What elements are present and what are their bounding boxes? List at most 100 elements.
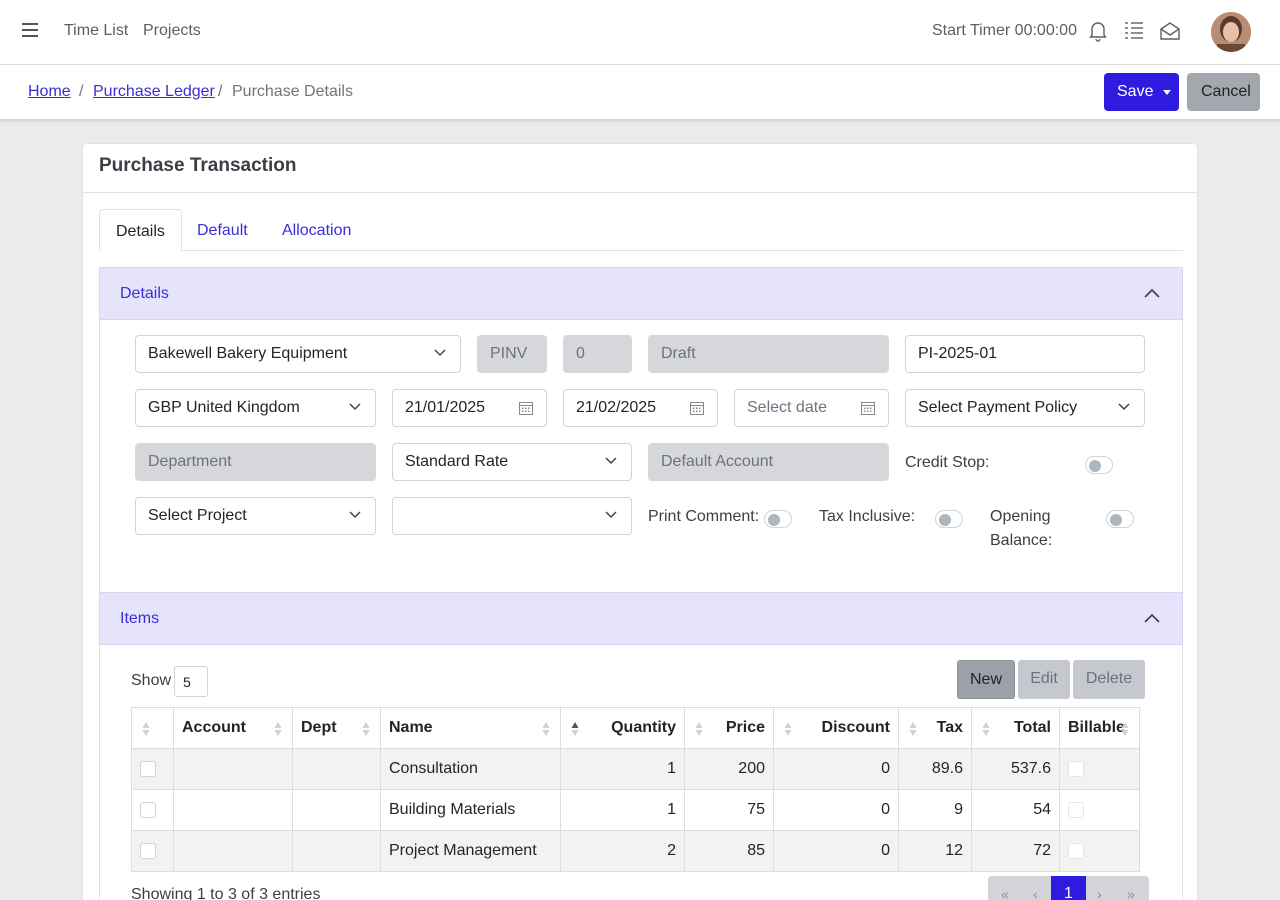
pager-next[interactable]: ›	[1097, 886, 1102, 900]
list-icon[interactable]	[1123, 20, 1145, 42]
column-header-account[interactable]: Account	[173, 707, 293, 749]
nav-time-list[interactable]: Time List	[64, 22, 128, 40]
billable-checkbox[interactable]	[1068, 801, 1084, 818]
column-header-dept[interactable]: Dept	[292, 707, 381, 749]
quantity-cell: 1	[560, 789, 685, 831]
table-info: Showing 1 to 3 of 3 entries	[131, 886, 321, 900]
caret-down-icon	[1163, 90, 1171, 95]
credit-stop-toggle[interactable]	[1085, 456, 1113, 474]
column-header-name[interactable]: Name	[380, 707, 561, 749]
billable-checkbox[interactable]	[1068, 760, 1084, 777]
toggle-knob	[939, 514, 951, 526]
column-header-tax[interactable]: Tax	[898, 707, 972, 749]
sort-icon[interactable]	[142, 721, 150, 737]
billable-cell	[1059, 748, 1140, 790]
project-value: Select Project	[148, 507, 247, 524]
date-input[interactable]: 21/01/2025	[392, 389, 547, 427]
pager-current-page[interactable]: 1	[1051, 876, 1086, 900]
edit-item-button[interactable]: Edit	[1018, 660, 1070, 699]
column-header-price[interactable]: Price	[684, 707, 774, 749]
calendar-icon[interactable]	[689, 400, 705, 416]
start-timer-button[interactable]: Start Timer 00:00:00	[932, 22, 1077, 40]
tab-details[interactable]: Details	[99, 209, 182, 251]
row-checkbox[interactable]	[140, 801, 156, 818]
details-panel-header[interactable]: Details	[99, 267, 1183, 320]
new-item-button[interactable]: New	[957, 660, 1015, 699]
empty-select[interactable]	[392, 497, 632, 535]
mail-icon[interactable]	[1159, 20, 1181, 42]
table-row[interactable]: Consultation 1 200 0 89.6 537.6	[131, 748, 1140, 790]
row-checkbox[interactable]	[140, 760, 156, 777]
payment-policy-select[interactable]: Select Payment Policy	[905, 389, 1145, 427]
chevron-up-icon[interactable]	[1143, 611, 1161, 625]
sort-icon[interactable]	[695, 721, 703, 737]
toggle-knob	[768, 514, 780, 526]
column-header-billable[interactable]: Billable	[1059, 707, 1140, 749]
row-select-cell	[131, 789, 174, 831]
sort-icon[interactable]	[542, 721, 550, 737]
table-header-row: Account Dept Name Quantity Price Discoun…	[131, 707, 1140, 749]
calendar-icon[interactable]	[518, 400, 534, 416]
tab-default[interactable]: Default	[181, 209, 264, 251]
sort-ascending-icon[interactable]	[571, 721, 579, 737]
calendar-icon[interactable]	[860, 400, 876, 416]
chevron-up-icon[interactable]	[1143, 286, 1161, 300]
pager-last[interactable]: »	[1127, 886, 1135, 900]
sort-icon[interactable]	[909, 721, 917, 737]
table-row[interactable]: Project Management 2 85 0 12 72	[131, 830, 1140, 872]
cancel-button[interactable]: Cancel	[1187, 73, 1260, 111]
column-header-total[interactable]: Total	[971, 707, 1060, 749]
bell-icon[interactable]	[1088, 20, 1110, 42]
due-date-input[interactable]: 21/02/2025	[563, 389, 718, 427]
opening-balance-line-1: Opening	[990, 508, 1051, 525]
sort-icon[interactable]	[1121, 721, 1129, 737]
header-label: Discount	[821, 719, 890, 736]
credit-stop-label: Credit Stop:	[905, 454, 990, 471]
column-header-select[interactable]	[131, 707, 174, 749]
breadcrumb-separator: /	[79, 83, 84, 100]
chevron-down-icon	[349, 403, 361, 411]
column-header-quantity[interactable]: Quantity	[560, 707, 685, 749]
select-date-input[interactable]: Select date	[734, 389, 889, 427]
billable-checkbox[interactable]	[1068, 842, 1084, 859]
pager-first[interactable]: «	[1001, 886, 1009, 900]
breadcrumb-purchase-ledger[interactable]: Purchase Ledger	[93, 83, 215, 101]
opening-balance-toggle[interactable]	[1106, 510, 1134, 528]
payment-policy-value: Select Payment Policy	[918, 399, 1078, 416]
supplier-select[interactable]: Bakewell Bakery Equipment	[135, 335, 461, 373]
save-button[interactable]: Save	[1104, 73, 1179, 111]
sort-icon[interactable]	[274, 721, 282, 737]
pager-prev[interactable]: ‹	[1033, 886, 1038, 900]
billable-cell	[1059, 789, 1140, 831]
tab-allocation[interactable]: Allocation	[266, 209, 367, 251]
items-panel-header[interactable]: Items	[99, 592, 1183, 645]
avatar[interactable]	[1211, 12, 1251, 52]
breadcrumb-current: Purchase Details	[232, 83, 353, 100]
header-label: Total	[1013, 719, 1051, 736]
table-row[interactable]: Building Materials 1 75 0 9 54	[131, 789, 1140, 831]
status-field: Draft	[648, 335, 889, 373]
sort-icon[interactable]	[362, 721, 370, 737]
header-label: Billable	[1068, 719, 1125, 736]
breadcrumb-home[interactable]: Home	[28, 83, 71, 101]
sort-icon[interactable]	[784, 721, 792, 737]
discount-cell: 0	[773, 789, 899, 831]
dept-cell	[292, 830, 381, 872]
total-cell: 72	[971, 830, 1060, 872]
reference-input[interactable]: PI-2025-01	[905, 335, 1145, 373]
menu-icon[interactable]	[22, 23, 38, 39]
currency-select[interactable]: GBP United Kingdom	[135, 389, 376, 427]
nav-projects[interactable]: Projects	[143, 22, 201, 40]
project-select[interactable]: Select Project	[135, 497, 376, 535]
sort-icon[interactable]	[982, 721, 990, 737]
show-entries-select[interactable]: 5	[174, 666, 208, 697]
print-comment-toggle[interactable]	[764, 510, 792, 528]
tax-rate-select[interactable]: Standard Rate	[392, 443, 632, 481]
supplier-value: Bakewell Bakery Equipment	[148, 345, 348, 362]
row-checkbox[interactable]	[140, 842, 156, 859]
total-cell: 54	[971, 789, 1060, 831]
delete-item-button[interactable]: Delete	[1073, 660, 1145, 699]
column-header-discount[interactable]: Discount	[773, 707, 899, 749]
tax-inclusive-toggle[interactable]	[935, 510, 963, 528]
breadcrumb-bar: Home / Purchase Ledger / Purchase Detail…	[0, 65, 1280, 119]
